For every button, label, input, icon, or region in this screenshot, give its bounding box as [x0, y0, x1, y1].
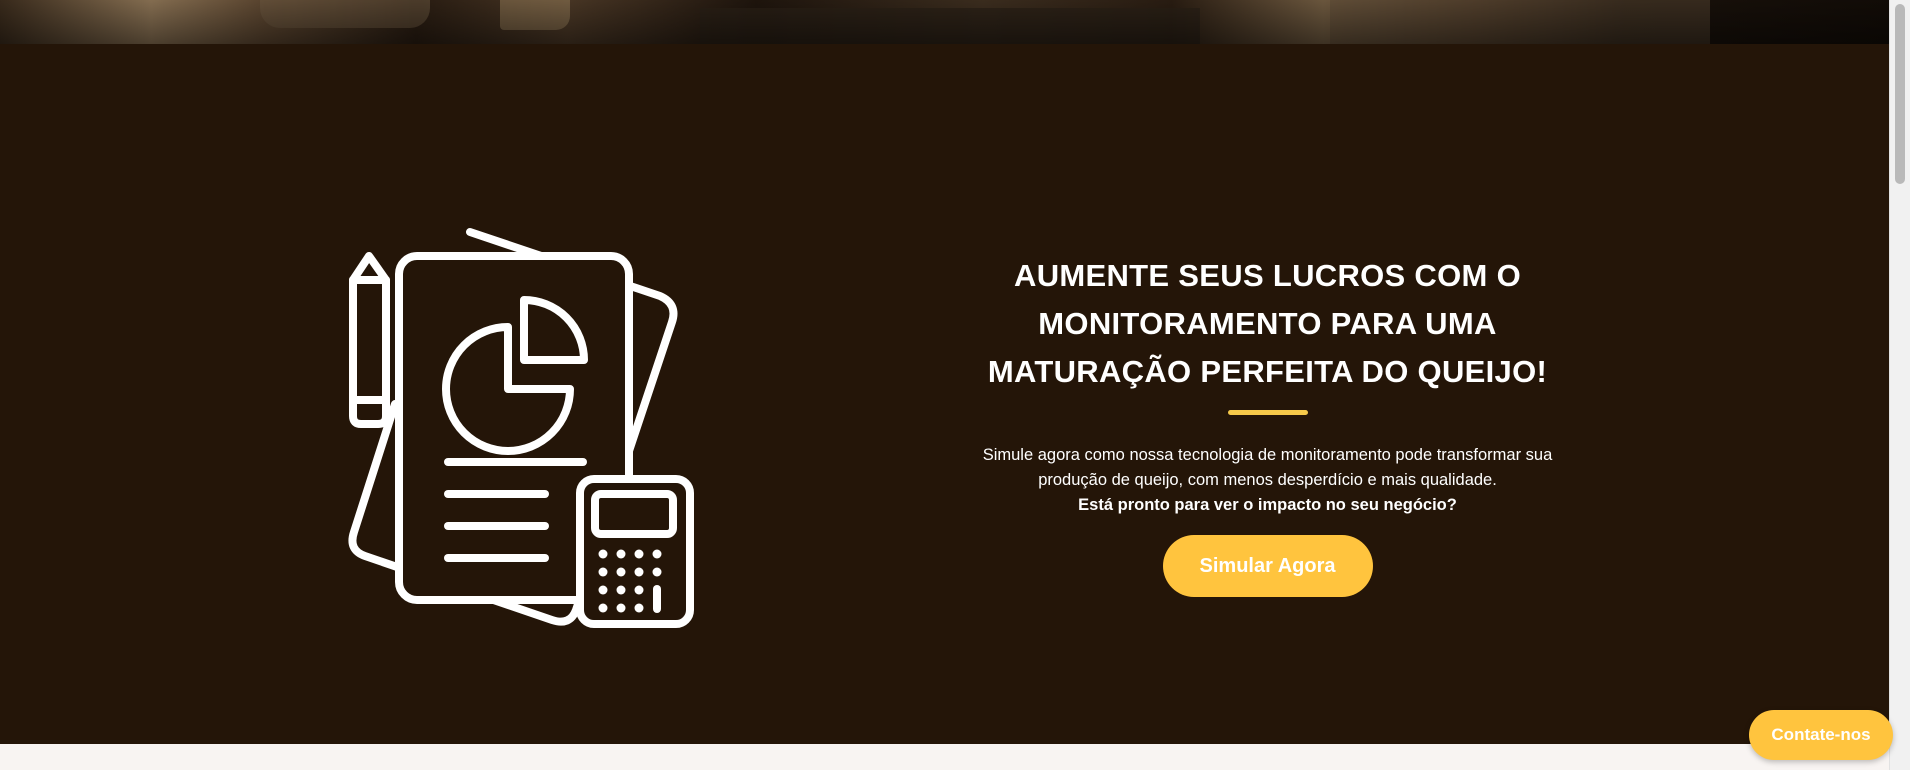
section-description: Simule agora como nossa tecnologia de mo… [982, 446, 1553, 489]
profit-simulation-section: AUMENTE SEUS LUCROS COM O MONITORAMENTO … [0, 44, 1890, 744]
next-section-edge [0, 744, 1890, 770]
section-question: Está pronto para ver o impacto no seu ne… [1078, 496, 1457, 514]
hero-background-image [0, 0, 1890, 44]
contact-us-button[interactable]: Contate-nos [1749, 710, 1893, 760]
report-chart-calculator-icon [348, 228, 694, 628]
page-scrollbar[interactable] [1889, 0, 1910, 770]
headline-divider [1227, 410, 1308, 415]
section-headline: AUMENTE SEUS LUCROS COM O MONITORAMENTO … [987, 258, 1548, 389]
simulate-now-button[interactable]: Simular Agora [1162, 535, 1373, 597]
scrollbar-thumb[interactable] [1895, 4, 1905, 184]
cta-content: AUMENTE SEUS LUCROS COM O MONITORAMENTO … [955, 252, 1580, 597]
